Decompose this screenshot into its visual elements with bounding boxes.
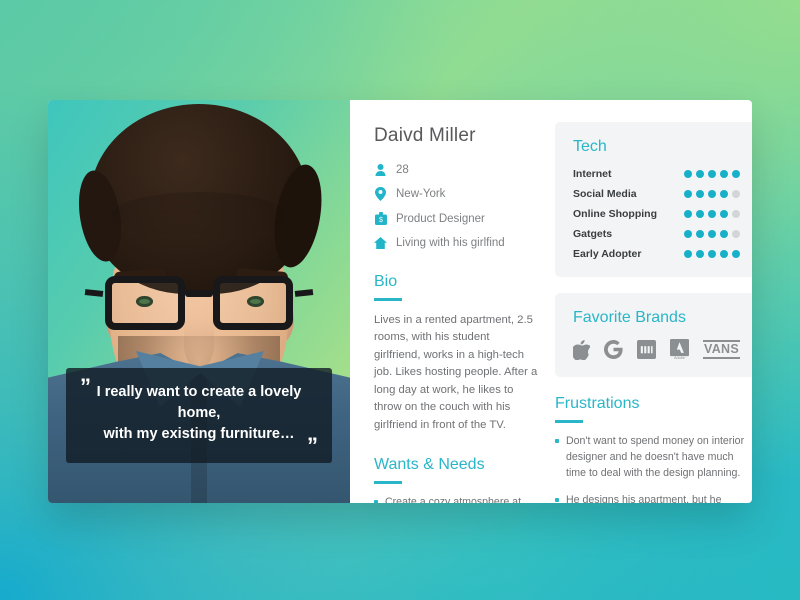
wants-title: Wants & Needs [374, 456, 485, 473]
persona-card: ” I really want to create a lovely home,… [48, 100, 752, 503]
tech-row-early-adopter: Early Adopter [573, 248, 741, 260]
home-icon [374, 236, 387, 251]
meta-label-location: New-York [396, 188, 446, 200]
frustrations-list: Don't want to spend money on interior de… [555, 434, 751, 503]
lens-right [213, 276, 293, 330]
meta-label-living: Living with his girlfind [396, 237, 505, 249]
profile-meta-list: 28 New-York $ Product Designer Living wi… [374, 162, 546, 251]
lens-left [105, 276, 185, 330]
rating-dots [684, 210, 741, 218]
rating-dots [684, 230, 741, 238]
meta-label-age: 28 [396, 163, 409, 176]
wants-list: Create a cozy atmosphere at home with in… [374, 495, 546, 503]
brands-logo-row: Adobe VANS [573, 339, 741, 360]
list-item: Don't want to spend money on interior de… [555, 434, 751, 482]
tech-panel: Tech Internet Social Media Online Shoppi… [555, 122, 752, 277]
frustrations-underline [555, 420, 583, 423]
quote-close-mark: ” [307, 433, 318, 458]
right-column: Tech Internet Social Media Online Shoppi… [546, 100, 752, 503]
vans-logo-icon: VANS [703, 339, 741, 360]
bio-title: Bio [374, 272, 398, 290]
quote-open-mark: ” [80, 373, 91, 399]
meta-item-age: 28 [374, 162, 546, 177]
meta-label-occupation: Product Designer [396, 212, 485, 225]
google-logo-icon [604, 340, 623, 359]
svg-text:Adobe: Adobe [674, 356, 685, 360]
tech-row-internet: Internet [573, 168, 741, 180]
tech-row-online-shopping: Online Shopping [573, 208, 741, 220]
glasses-temple-left [84, 289, 104, 297]
tech-label: Gatgets [573, 228, 613, 240]
quote-line-2: with my existing furniture… [103, 425, 295, 442]
meta-item-occupation: $ Product Designer [374, 211, 546, 226]
rating-dots [684, 170, 741, 178]
frustrations-title: Frustrations [555, 395, 640, 412]
svg-text:$: $ [379, 217, 383, 224]
rating-dots [684, 190, 741, 198]
glasses-temple-right [294, 289, 314, 297]
persona-photo: ” I really want to create a lovely home,… [48, 100, 350, 503]
page-title: Daivd Miller [374, 125, 476, 146]
details-column: Daivd Miller 28 New-York $ Product Desig… [350, 100, 546, 503]
quote-line-1: I really want to create a lovely home, [96, 383, 302, 421]
list-item: Create a cozy atmosphere at home with in… [374, 495, 546, 503]
list-item: He designs his apartment, but he thinks … [555, 493, 751, 503]
wants-section: Wants & Needs Create a cozy atmosphere a… [374, 456, 546, 503]
persona-quote: ” I really want to create a lovely home,… [66, 367, 332, 463]
apple-logo-icon [573, 339, 590, 360]
favorite-brands-panel: Favorite Brands Adobe VANS [555, 293, 752, 377]
glasses-bridge [185, 290, 213, 297]
tech-label: Internet [573, 168, 612, 180]
location-pin-icon [374, 187, 387, 202]
meta-item-living: Living with his girlfind [374, 236, 546, 251]
tech-label: Online Shopping [573, 208, 657, 220]
wants-underline [374, 481, 402, 484]
person-icon [374, 162, 387, 177]
briefcase-icon: $ [374, 211, 387, 226]
bio-underline [374, 297, 402, 301]
tech-row-gatgets: Gatgets [573, 228, 741, 240]
bio-section: Bio Lives in a rented apartment, 2.5 roo… [374, 273, 546, 435]
brands-title: Favorite Brands [573, 309, 686, 326]
forehead-shadow [111, 192, 287, 240]
rating-dots [684, 250, 741, 258]
tech-title: Tech [573, 138, 607, 155]
meta-item-location: New-York [374, 187, 546, 202]
frustrations-section: Frustrations Don't want to spend money o… [555, 395, 752, 503]
tech-label: Social Media [573, 188, 637, 200]
bio-text: Lives in a rented apartment, 2.5 rooms, … [374, 313, 538, 431]
adobe-logo-icon: Adobe [670, 339, 689, 360]
tech-label: Early Adopter [573, 248, 642, 260]
tech-row-social-media: Social Media [573, 188, 741, 200]
xiaomi-logo-icon [637, 340, 656, 359]
